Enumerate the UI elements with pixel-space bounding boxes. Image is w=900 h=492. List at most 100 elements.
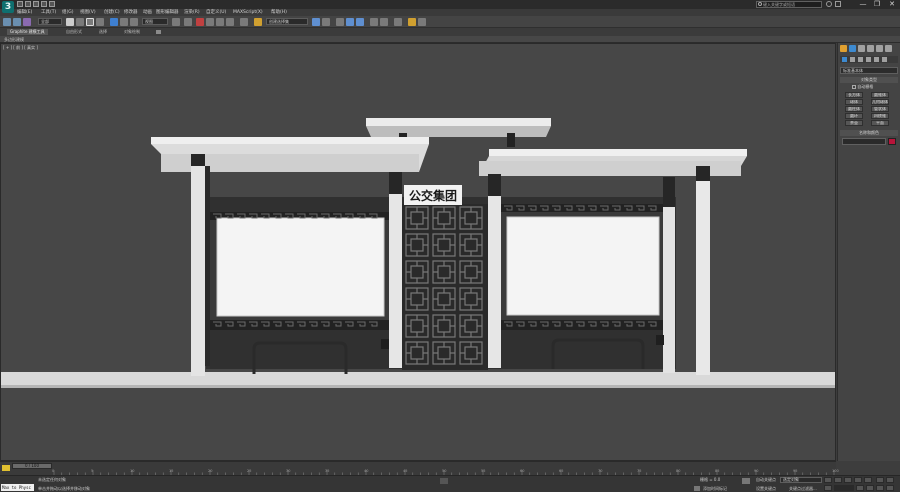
graphite-toggle-icon[interactable] xyxy=(336,18,344,26)
maximize-viewport-icon[interactable] xyxy=(886,485,894,491)
cameras-icon[interactable] xyxy=(866,57,871,62)
add-time-tag[interactable]: 添加时间标记 xyxy=(703,486,727,492)
selected-object-dropdown[interactable]: 选定对象 xyxy=(780,477,822,483)
menu-edit[interactable]: 编辑(E) xyxy=(17,9,32,16)
new-file-icon[interactable] xyxy=(17,1,23,7)
geometry-icon[interactable] xyxy=(842,57,847,62)
hierarchy-tab-icon[interactable] xyxy=(858,45,865,52)
polygon-modeling-label[interactable]: 多边形建模 xyxy=(4,37,24,42)
unlink-icon[interactable] xyxy=(13,18,21,26)
pan-icon[interactable] xyxy=(866,485,874,491)
maximize-button[interactable]: ❐ xyxy=(870,0,884,9)
zoom-icon[interactable] xyxy=(876,477,884,483)
next-frame-icon[interactable] xyxy=(854,477,862,483)
close-button[interactable]: ✕ xyxy=(885,0,899,9)
snaps-toggle-icon[interactable] xyxy=(196,18,204,26)
render-production-icon[interactable] xyxy=(408,18,416,26)
go-to-end-icon[interactable] xyxy=(864,477,872,483)
bind-space-warp-icon[interactable] xyxy=(23,18,31,26)
set-key-button[interactable]: 设置关键点 xyxy=(756,486,776,492)
object-type-rollout-header[interactable]: 对象类型 xyxy=(840,77,898,83)
align-icon[interactable] xyxy=(312,18,320,26)
percent-snap-icon[interactable] xyxy=(216,18,224,26)
object-type-button[interactable]: 几何球体 xyxy=(871,99,889,105)
time-configuration-icon[interactable] xyxy=(856,485,864,491)
window-crossing-icon[interactable] xyxy=(96,18,104,26)
orbit-icon[interactable] xyxy=(876,485,884,491)
menu-animation[interactable]: 动画 xyxy=(143,9,152,16)
utilities-tab-icon[interactable] xyxy=(885,45,892,52)
autogrid-row[interactable]: 自动栅格 xyxy=(852,84,900,90)
tab-graphite-modeling[interactable]: Graphite 建模工具 xyxy=(7,29,48,35)
key-mode-toggle-icon[interactable] xyxy=(824,485,832,491)
search-input[interactable]: 键入关键字或短语 xyxy=(756,1,822,8)
create-tab-icon[interactable] xyxy=(840,45,847,52)
mini-curve-editor-icon[interactable] xyxy=(2,465,10,471)
link-icon[interactable] xyxy=(3,18,11,26)
save-file-icon[interactable] xyxy=(33,1,39,7)
tab-object-paint[interactable]: 对象绘制 xyxy=(124,29,140,35)
reference-coordinate-dropdown[interactable]: 视图 xyxy=(142,18,168,25)
info-center-icon[interactable] xyxy=(826,1,832,7)
schematic-view-icon[interactable] xyxy=(356,18,364,26)
menu-help[interactable]: 帮助(H) xyxy=(271,9,287,16)
select-manipulate-icon[interactable] xyxy=(184,18,192,26)
helpers-icon[interactable] xyxy=(874,57,879,62)
auto-key-button[interactable]: 自动关键点 xyxy=(756,477,776,483)
curve-editor-icon[interactable] xyxy=(346,18,354,26)
menu-tools[interactable]: 工具(T) xyxy=(41,9,56,16)
layer-manager-icon[interactable] xyxy=(322,18,330,26)
select-and-scale-icon[interactable] xyxy=(130,18,138,26)
lights-icon[interactable] xyxy=(858,57,863,62)
time-tag-icon[interactable] xyxy=(694,486,700,491)
app-logo-button[interactable]: 3 xyxy=(2,1,14,13)
previous-frame-icon[interactable] xyxy=(834,477,842,483)
menu-views[interactable]: 视图(V) xyxy=(80,9,96,16)
rendered-frame-window-icon[interactable] xyxy=(394,18,402,26)
display-tab-icon[interactable] xyxy=(876,45,883,52)
menu-rendering[interactable]: 渲染(R) xyxy=(184,9,200,16)
tab-freeform[interactable]: 自由形式 xyxy=(66,29,82,35)
redo-icon[interactable] xyxy=(49,1,55,7)
lock-selection-icon[interactable] xyxy=(440,478,448,484)
select-object-icon[interactable] xyxy=(66,18,74,26)
space-warps-icon[interactable] xyxy=(882,57,887,62)
tab-selection[interactable]: 选择 xyxy=(99,29,107,35)
select-by-name-icon[interactable] xyxy=(76,18,84,26)
maxscript-listener[interactable]: Max to Physc xyxy=(1,484,34,491)
object-type-button[interactable]: 管状体 xyxy=(871,106,889,112)
object-type-button[interactable]: 球体 xyxy=(845,99,863,105)
modify-tab-icon[interactable] xyxy=(849,45,856,52)
category-dropdown[interactable]: 标准基本体 xyxy=(840,67,898,74)
motion-tab-icon[interactable] xyxy=(867,45,874,52)
play-icon[interactable] xyxy=(844,477,852,483)
minimize-button[interactable]: — xyxy=(856,0,870,9)
ribbon-options-icon[interactable] xyxy=(156,30,161,34)
zoom-all-icon[interactable] xyxy=(886,477,894,483)
go-to-start-icon[interactable] xyxy=(824,477,832,483)
menu-create[interactable]: 创建(C) xyxy=(104,9,120,16)
menu-customize[interactable]: 自定义(U) xyxy=(206,9,226,16)
rectangular-selection-icon[interactable] xyxy=(86,18,94,26)
menu-group[interactable]: 组(G) xyxy=(62,9,74,16)
edit-named-selection-icon[interactable] xyxy=(240,18,248,26)
autogrid-checkbox[interactable] xyxy=(852,85,856,89)
select-and-move-icon[interactable] xyxy=(110,18,118,26)
material-editor-icon[interactable] xyxy=(370,18,378,26)
object-type-button[interactable]: 长方体 xyxy=(845,92,863,98)
object-type-button[interactable]: 圆柱体 xyxy=(845,106,863,112)
object-name-input[interactable] xyxy=(842,138,886,145)
name-color-rollout-header[interactable]: 名称和颜色 xyxy=(840,130,898,136)
named-selection-set-dropdown[interactable]: 创建选择集 xyxy=(266,18,308,25)
selection-filter-dropdown[interactable]: 全部 xyxy=(38,18,62,25)
object-type-button[interactable]: 圆环 xyxy=(845,113,863,119)
current-frame-field[interactable] xyxy=(834,485,854,491)
render-iterative-icon[interactable] xyxy=(418,18,426,26)
mirror-icon[interactable] xyxy=(254,18,262,26)
select-and-rotate-icon[interactable] xyxy=(120,18,128,26)
open-file-icon[interactable] xyxy=(25,1,31,7)
menu-modifiers[interactable]: 修改器 xyxy=(124,9,138,16)
menu-maxscript[interactable]: MAXScript(X) xyxy=(233,9,263,16)
object-color-swatch[interactable] xyxy=(888,138,896,145)
key-mode-icon[interactable] xyxy=(742,478,750,484)
